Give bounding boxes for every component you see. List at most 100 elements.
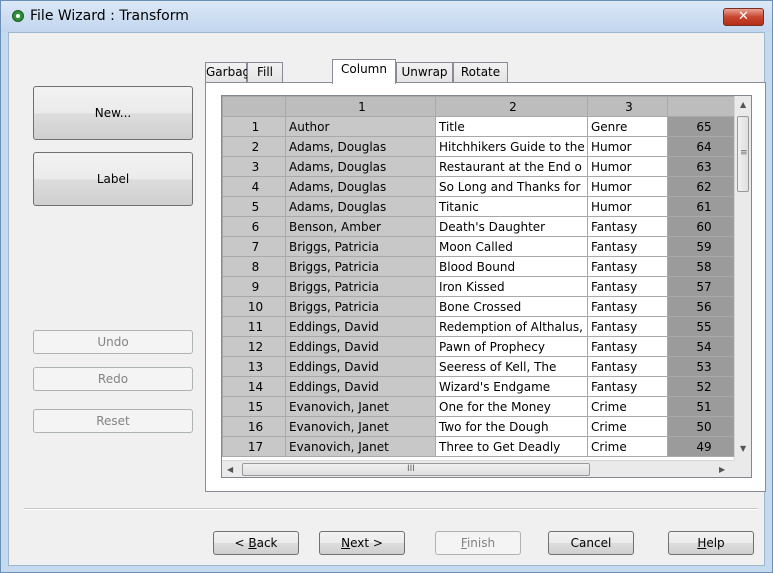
value-cell[interactable]: 61 <box>667 196 738 217</box>
author-cell[interactable]: Briggs, Patricia <box>285 256 436 277</box>
row-number-cell[interactable]: 7 <box>222 236 286 257</box>
tab-rotate[interactable]: Rotate <box>453 62 508 83</box>
table-row[interactable]: 5 Adams, Douglas Titanic Humor 61 <box>222 196 738 217</box>
table-row[interactable]: 10 Briggs, Patricia Bone Crossed Fantasy 56 <box>222 296 738 317</box>
row-number-cell[interactable]: 15 <box>222 396 286 417</box>
cancel-button[interactable]: Cancel <box>548 531 634 555</box>
row-number-cell[interactable]: 12 <box>222 336 286 357</box>
scroll-up-icon[interactable]: ▲ <box>740 100 746 109</box>
column-header[interactable]: 1 <box>285 96 436 117</box>
genre-cell[interactable]: Humor <box>587 176 668 197</box>
genre-cell[interactable]: Fantasy <box>587 216 668 237</box>
tab-column[interactable]: Column <box>332 59 396 84</box>
column-header[interactable]: 2 <box>435 96 588 117</box>
vertical-scroll-thumb[interactable]: ≡ <box>737 116 749 192</box>
genre-cell[interactable]: Humor <box>587 196 668 217</box>
row-number-cell[interactable]: 14 <box>222 376 286 397</box>
horizontal-scrollbar[interactable]: ◀ III ▶ <box>222 460 734 477</box>
table-row[interactable]: 12 Eddings, David Pawn of Prophecy Fantasy 5… <box>222 336 738 357</box>
table-row[interactable]: 7 Briggs, Patricia Moon Called Fantasy 59 <box>222 236 738 257</box>
row-number-cell[interactable]: 1 <box>222 116 286 137</box>
value-cell[interactable]: 63 <box>667 156 738 177</box>
vertical-scrollbar[interactable]: ▲ ≡ ▼ <box>734 96 751 460</box>
table-row[interactable]: 1 Author Title Genre 65 <box>222 116 738 137</box>
value-cell[interactable]: 55 <box>667 316 738 337</box>
column-header[interactable]: 3 <box>587 96 668 117</box>
row-number-cell[interactable]: 3 <box>222 156 286 177</box>
new-button[interactable]: New... <box>33 86 193 140</box>
table-row[interactable]: 8 Briggs, Patricia Blood Bound Fantasy 58 <box>222 256 738 277</box>
table-row[interactable]: 9 Briggs, Patricia Iron Kissed Fantasy 57 <box>222 276 738 297</box>
title-cell[interactable]: Seeress of Kell, The <box>435 356 588 377</box>
genre-cell[interactable]: Humor <box>587 136 668 157</box>
value-cell[interactable]: 56 <box>667 296 738 317</box>
tab-unwrap[interactable]: Unwrap <box>396 62 453 83</box>
row-number-cell[interactable]: 6 <box>222 216 286 237</box>
horizontal-scroll-thumb[interactable]: III <box>242 463 590 476</box>
value-cell[interactable]: 54 <box>667 336 738 357</box>
row-number-cell[interactable]: 8 <box>222 256 286 277</box>
title-cell[interactable]: Restaurant at the End o <box>435 156 588 177</box>
tab-fill[interactable]: Fill <box>247 62 283 83</box>
table-row[interactable]: 13 Eddings, David Seeress of Kell, The Fant… <box>222 356 738 377</box>
column-header[interactable] <box>667 96 738 117</box>
genre-cell[interactable]: Fantasy <box>587 296 668 317</box>
author-cell[interactable]: Eddings, David <box>285 336 436 357</box>
table-row[interactable]: 14 Eddings, David Wizard's Endgame Fantasy 5… <box>222 376 738 397</box>
title-cell[interactable]: Moon Called <box>435 236 588 257</box>
scroll-down-icon[interactable]: ▼ <box>740 444 746 453</box>
value-cell[interactable]: 60 <box>667 216 738 237</box>
genre-cell[interactable]: Crime <box>587 416 668 437</box>
table-row[interactable]: 17 Evanovich, Janet Three to Get Deadly Cri… <box>222 436 738 457</box>
row-number-cell[interactable]: 17 <box>222 436 286 457</box>
table-row[interactable]: 15 Evanovich, Janet One for the Money Crime… <box>222 396 738 417</box>
row-number-cell[interactable]: 11 <box>222 316 286 337</box>
value-cell[interactable]: 58 <box>667 256 738 277</box>
author-cell[interactable]: Author <box>285 116 436 137</box>
genre-cell[interactable]: Fantasy <box>587 256 668 277</box>
title-bar[interactable]: File Wizard : Transform ✕ <box>1 1 772 32</box>
table-row[interactable]: 6 Benson, Amber Death's Daughter Fantasy 60 <box>222 216 738 237</box>
author-cell[interactable]: Evanovich, Janet <box>285 416 436 437</box>
title-cell[interactable]: Blood Bound <box>435 256 588 277</box>
author-cell[interactable]: Briggs, Patricia <box>285 296 436 317</box>
row-number-cell[interactable]: 9 <box>222 276 286 297</box>
title-cell[interactable]: Title <box>435 116 588 137</box>
title-cell[interactable]: Redemption of Althalus, <box>435 316 588 337</box>
value-cell[interactable]: 53 <box>667 356 738 377</box>
genre-cell[interactable]: Genre <box>587 116 668 137</box>
table-row[interactable]: 4 Adams, Douglas So Long and Thanks for Hum… <box>222 176 738 197</box>
genre-cell[interactable]: Fantasy <box>587 276 668 297</box>
author-cell[interactable]: Adams, Douglas <box>285 176 436 197</box>
value-cell[interactable]: 52 <box>667 376 738 397</box>
title-cell[interactable]: Iron Kissed <box>435 276 588 297</box>
value-cell[interactable]: 49 <box>667 436 738 457</box>
undo-button[interactable]: Undo <box>33 330 193 354</box>
author-cell[interactable]: Eddings, David <box>285 316 436 337</box>
author-cell[interactable]: Eddings, David <box>285 376 436 397</box>
back-button[interactable]: < Back <box>213 531 299 555</box>
value-cell[interactable]: 59 <box>667 236 738 257</box>
row-number-cell[interactable]: 5 <box>222 196 286 217</box>
genre-cell[interactable]: Humor <box>587 156 668 177</box>
value-cell[interactable]: 62 <box>667 176 738 197</box>
genre-cell[interactable]: Fantasy <box>587 316 668 337</box>
title-cell[interactable]: Wizard's Endgame <box>435 376 588 397</box>
author-cell[interactable]: Adams, Douglas <box>285 156 436 177</box>
table-row[interactable]: 11 Eddings, David Redemption of Althalus, F… <box>222 316 738 337</box>
author-cell[interactable]: Briggs, Patricia <box>285 236 436 257</box>
row-number-cell[interactable]: 4 <box>222 176 286 197</box>
table-row[interactable]: 2 Adams, Douglas Hitchhikers Guide to the H… <box>222 136 738 157</box>
row-number-cell[interactable]: 13 <box>222 356 286 377</box>
title-cell[interactable]: Pawn of Prophecy <box>435 336 588 357</box>
author-cell[interactable]: Evanovich, Janet <box>285 396 436 417</box>
tab-garbage[interactable]: Garbage <box>205 62 258 83</box>
row-number-cell[interactable]: 16 <box>222 416 286 437</box>
scroll-right-icon[interactable]: ▶ <box>719 465 725 474</box>
scroll-left-icon[interactable]: ◀ <box>227 465 233 474</box>
author-cell[interactable]: Adams, Douglas <box>285 136 436 157</box>
genre-cell[interactable]: Fantasy <box>587 356 668 377</box>
label-button[interactable]: Label <box>33 152 193 206</box>
author-cell[interactable]: Briggs, Patricia <box>285 276 436 297</box>
title-cell[interactable]: Titanic <box>435 196 588 217</box>
